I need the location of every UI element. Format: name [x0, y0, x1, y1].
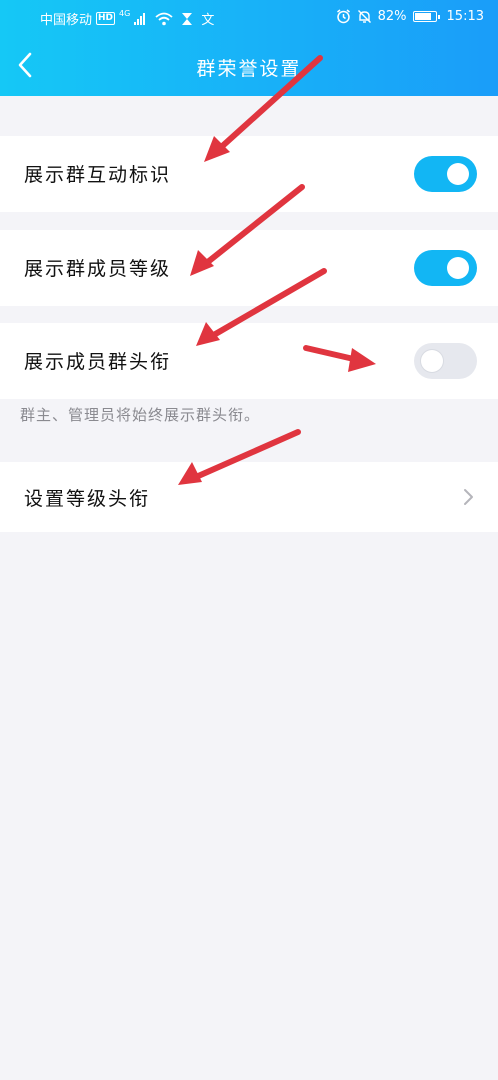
set-level-title-row[interactable]: 设置等级头衔 — [0, 462, 498, 532]
chevron-right-icon — [464, 489, 473, 505]
signal-icon — [134, 12, 146, 25]
carrier-name: 中国移动 — [40, 13, 93, 28]
header: 中国移动 HD 4G 文 82% 15:13 群荣誉设置 — [0, 0, 498, 96]
clock-time: 15:13 — [446, 9, 484, 24]
toggle-knob — [447, 163, 469, 185]
nav-bar: 群荣誉设置 — [0, 38, 498, 94]
status-left: 中国移动 HD 4G 文 — [40, 9, 214, 28]
language-icon: 文 — [201, 13, 215, 28]
status-right: 82% 15:13 — [336, 9, 484, 24]
battery-percent: 82% — [377, 9, 407, 24]
toggle-knob — [421, 350, 443, 372]
set-level-title-label: 设置等级头衔 — [24, 488, 151, 510]
setting-label: 展示群成员等级 — [24, 258, 172, 280]
wifi-icon — [155, 12, 173, 25]
member-level-toggle[interactable] — [414, 250, 477, 286]
page-title: 群荣誉设置 — [196, 58, 302, 80]
setting-row-member-title: 展示成员群头衔 — [0, 323, 498, 399]
title-note: 群主、管理员将始终展示群头衔。 — [20, 406, 261, 424]
alarm-icon — [336, 9, 350, 24]
member-title-toggle[interactable] — [414, 343, 477, 379]
setting-label: 展示群互动标识 — [24, 164, 172, 186]
hourglass-icon — [182, 12, 193, 25]
setting-row-member-level: 展示群成员等级 — [0, 230, 498, 306]
mute-bell-icon — [357, 10, 371, 23]
hd-badge: HD — [96, 12, 116, 25]
toggle-knob — [447, 257, 469, 279]
setting-row-interaction-badge: 展示群互动标识 — [0, 136, 498, 212]
status-bar: 中国移动 HD 4G 文 82% 15:13 — [0, 0, 498, 34]
setting-label: 展示成员群头衔 — [24, 351, 172, 373]
battery-icon — [412, 11, 440, 22]
interaction-badge-toggle[interactable] — [414, 156, 477, 192]
network-type: 4G — [119, 9, 131, 18]
